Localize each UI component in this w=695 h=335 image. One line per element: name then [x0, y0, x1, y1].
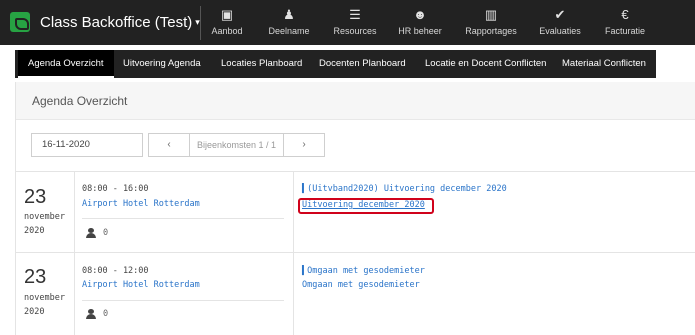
nav-label: Resources	[333, 26, 377, 36]
chevron-left-icon[interactable]: ‹	[149, 134, 189, 156]
tab-docenten-planboard[interactable]: Docenten Planboard	[309, 50, 416, 78]
user-icon	[86, 228, 96, 238]
tab-materiaal-conflicten[interactable]: Materiaal Conflicten	[552, 50, 656, 78]
nav-separator	[200, 6, 201, 40]
session-location-link[interactable]: Airport Hotel Rotterdam	[82, 199, 200, 209]
subnav-bar: Agenda Overzicht Uitvoering Agenda Locat…	[15, 50, 656, 78]
nav-rapportages[interactable]: ▥ Rapportages	[462, 7, 520, 41]
server-icon: ☰	[349, 7, 361, 22]
page-title: Agenda Overzicht	[32, 94, 128, 108]
nav-label: Evaluaties	[539, 26, 581, 36]
event-tag-link[interactable]: ▍Omgaan met gesodemieter	[302, 266, 425, 276]
session-time: 08:00 - 16:00	[82, 184, 149, 194]
event-tag-link[interactable]: ▍(Uitvband2020) Uitvoering december 2020	[302, 184, 507, 194]
pager-info: Bijeenkomsten 1 / 1	[189, 134, 284, 156]
user-icon	[86, 309, 96, 319]
brand[interactable]: Class Backoffice (Test) ▾	[10, 8, 200, 36]
box-icon: ▣	[220, 7, 234, 22]
row-rule	[16, 252, 695, 253]
app-title[interactable]: Class Backoffice (Test)	[40, 14, 192, 31]
session-month: november	[24, 293, 65, 303]
event-link[interactable]: Omgaan met gesodemieter	[302, 280, 420, 290]
chart-icon: ▥	[484, 7, 498, 22]
list-top-rule	[16, 171, 695, 172]
session-year: 2020	[24, 307, 45, 317]
participant-count: 0	[103, 228, 109, 238]
agenda-panel: Agenda Overzicht 16-11-2020 ‹ Bijeenkoms…	[15, 82, 695, 335]
chevron-right-icon[interactable]: ›	[284, 134, 324, 156]
tab-locatie-docent-conflicten[interactable]: Locatie en Docent Conflicten	[415, 50, 556, 78]
group-icon: ☻	[413, 7, 427, 22]
nav-hr-beheer[interactable]: ☻ HR beheer	[395, 7, 445, 41]
nav-label: Deelname	[268, 26, 310, 36]
check-icon: ✔	[554, 7, 566, 22]
session-time: 08:00 - 12:00	[82, 266, 149, 276]
highlight-box	[298, 198, 434, 214]
class-logo-icon	[10, 12, 30, 32]
date-column-divider	[74, 172, 75, 335]
session-day: 23	[24, 186, 47, 208]
participant-count: 0	[103, 309, 109, 319]
top-navbar: Class Backoffice (Test) ▾ ▣ Aanbod ♟ Dee…	[0, 0, 695, 45]
session-day: 23	[24, 266, 47, 288]
event-column-divider	[293, 172, 294, 335]
tab-agenda-overzicht[interactable]: Agenda Overzicht	[18, 50, 114, 78]
nav-facturatie[interactable]: € Facturatie	[600, 7, 650, 41]
session-month: november	[24, 212, 65, 222]
euro-icon: €	[621, 7, 629, 22]
tab-uitvoering-agenda[interactable]: Uitvoering Agenda	[113, 50, 211, 78]
session-divider	[82, 218, 284, 219]
session-year: 2020	[24, 226, 45, 236]
sub-navbar: Agenda Overzicht Uitvoering Agenda Locat…	[0, 50, 695, 79]
nav-label: Rapportages	[465, 26, 517, 36]
nav-aanbod[interactable]: ▣ Aanbod	[207, 7, 247, 41]
nav-label: HR beheer	[398, 26, 442, 36]
nav-evaluaties[interactable]: ✔ Evaluaties	[535, 7, 585, 41]
nav-label: Aanbod	[211, 26, 243, 36]
session-location-link[interactable]: Airport Hotel Rotterdam	[82, 280, 200, 290]
nav-resources[interactable]: ☰ Resources	[330, 7, 380, 41]
date-field[interactable]: 16-11-2020	[31, 133, 143, 157]
nav-label: Facturatie	[604, 26, 646, 36]
session-divider	[82, 300, 284, 301]
person-icon: ♟	[283, 7, 295, 22]
tab-locaties-planboard[interactable]: Locaties Planboard	[211, 50, 312, 78]
nav-deelname[interactable]: ♟ Deelname	[264, 7, 314, 41]
session-pager: ‹ Bijeenkomsten 1 / 1 ›	[148, 133, 325, 157]
panel-header: Agenda Overzicht	[16, 82, 695, 120]
